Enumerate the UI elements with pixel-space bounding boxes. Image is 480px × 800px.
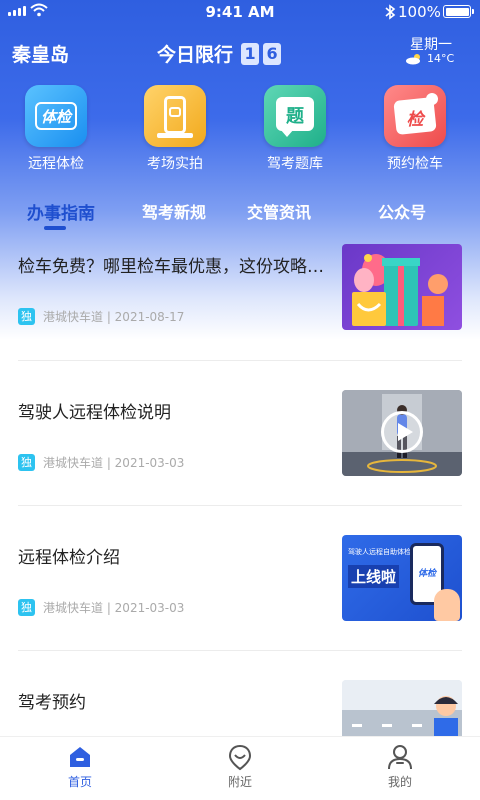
article-source: 港城快车道 | 2021-03-03: [43, 456, 185, 470]
article-card[interactable]: 驾考预约: [0, 680, 480, 736]
tab-bar-label: 我的: [387, 775, 412, 789]
exclusive-badge: 独: [18, 308, 35, 325]
battery-percent: 100%: [398, 3, 441, 21]
weekday: 星期一: [410, 37, 452, 53]
article-card[interactable]: 远程体检介绍 独 港城快车道 | 2021-03-03 驾驶人远程自助体检 上线…: [0, 535, 480, 679]
article-meta: 独 港城快车道 | 2021-08-17: [18, 308, 184, 325]
quick-action-exam-question-bank[interactable]: 题 驾考题库: [240, 85, 350, 173]
quick-action-label: 预约检车: [387, 156, 443, 172]
weather-info: 14°C: [404, 52, 454, 65]
home-icon: [66, 743, 94, 771]
road-illustration: [342, 680, 462, 736]
gift-box-illustration: [352, 254, 448, 326]
quick-action-exam-site-photos[interactable]: 考场实拍: [120, 85, 230, 173]
article-meta: 独 港城快车道 | 2021-03-03: [18, 599, 184, 616]
article-card[interactable]: 驾驶人远程体检说明 独 港城快车道 | 2021-03-03: [0, 390, 480, 534]
article-source: 港城快车道 | 2021-08-17: [43, 310, 185, 324]
location-icon: [226, 743, 254, 771]
quick-action-remote-health-check[interactable]: 体检 远程体检: [1, 85, 111, 173]
traffic-limit-label: 今日限行: [157, 44, 234, 66]
play-icon[interactable]: [381, 411, 423, 453]
tab-official-account[interactable]: 公众号: [378, 199, 426, 223]
tab-bar-home[interactable]: 首页: [50, 743, 110, 790]
bottom-tab-bar: 首页 附近 我的: [0, 736, 480, 800]
bluetooth-icon: [385, 4, 396, 20]
tab-guide[interactable]: 办事指南: [27, 199, 95, 224]
profile-icon: [386, 743, 414, 771]
status-bar: 9:41 AM 100%: [0, 0, 480, 24]
temperature: 14°C: [427, 52, 455, 65]
quick-action-book-inspection[interactable]: 检 预约检车: [360, 85, 470, 173]
article-video-thumbnail: [342, 390, 462, 476]
list-divider: [18, 360, 462, 361]
tab-bar-profile[interactable]: 我的: [370, 743, 430, 790]
list-divider: [18, 505, 462, 506]
article-thumbnail: [342, 680, 462, 736]
limit-number-1: 1: [241, 42, 260, 65]
article-title: 远程体检介绍: [18, 548, 120, 568]
vehicle-inspection-icon: 检: [384, 85, 446, 147]
article-meta: 独 港城快车道 | 2021-03-03: [18, 454, 184, 471]
exclusive-badge: 独: [18, 599, 35, 616]
partly-cloudy-icon: [406, 53, 420, 64]
article-card[interactable]: 检车免费？哪里检车最优惠，这份攻略… 独 港城快车道 | 2021-08-17: [0, 244, 480, 388]
hand-illustration: [434, 589, 460, 621]
tab-new-exam-rules[interactable]: 驾考新规: [142, 199, 206, 223]
thumb-caption-small: 驾驶人远程自助体检: [348, 548, 411, 556]
tab-traffic-news[interactable]: 交管资讯: [247, 199, 311, 223]
traffic-limit: 今日限行 1 6: [157, 40, 282, 67]
thumb-caption-big: 上线啦: [348, 565, 400, 588]
quick-action-label: 考场实拍: [147, 156, 203, 172]
city-selector[interactable]: 秦皇岛: [12, 40, 69, 67]
camera-phone-icon: [144, 85, 206, 147]
question-bank-icon: 题: [264, 85, 326, 147]
limit-number-2: 6: [263, 42, 282, 65]
quick-action-label: 驾考题库: [267, 156, 323, 172]
list-divider: [18, 650, 462, 651]
article-source: 港城快车道 | 2021-03-03: [43, 601, 185, 615]
article-title: 驾驶人远程体检说明: [18, 403, 171, 423]
battery-icon: [443, 5, 474, 18]
tab-bar-nearby[interactable]: 附近: [210, 743, 270, 790]
exclusive-badge: 独: [18, 454, 35, 471]
article-title: 检车免费？哪里检车最优惠，这份攻略…: [18, 257, 324, 277]
article-title: 驾考预约: [18, 693, 86, 713]
active-tab-indicator: [44, 226, 66, 230]
article-thumbnail: [342, 244, 462, 330]
quick-action-label: 远程体检: [28, 156, 84, 172]
tab-bar-label: 首页: [67, 775, 92, 789]
health-check-icon: 体检: [25, 85, 87, 147]
tab-bar-label: 附近: [227, 775, 252, 789]
article-thumbnail: 驾驶人远程自助体检 上线啦 体检: [342, 535, 462, 621]
